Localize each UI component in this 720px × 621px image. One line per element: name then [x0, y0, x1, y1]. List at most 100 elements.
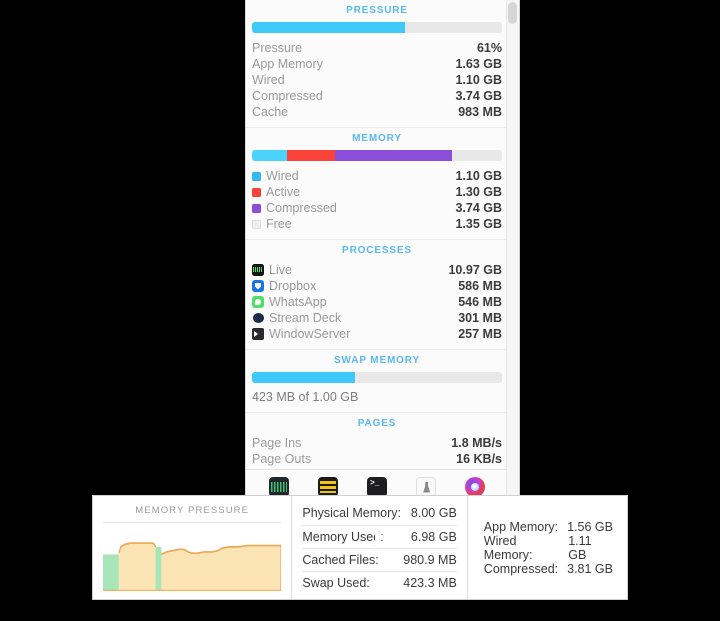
stat-value: 423.3 MB	[403, 575, 457, 590]
extra-row-wired-memory: Wired Memory: 1.11 GB	[484, 534, 613, 562]
stream-deck-app-icon	[252, 312, 264, 324]
process-row-whatsapp[interactable]: WhatsApp 546 MB	[252, 294, 502, 310]
memory-stats-column: Physical Memory: 8.00 GB Memory Used: 6.…	[292, 496, 468, 599]
process-row-dropbox[interactable]: Dropbox 586 MB	[252, 278, 502, 294]
processes-rows: Live 10.97 GB Dropbox 586 MB WhatsApp 54…	[246, 262, 508, 349]
memory-stats-panel: PRESSURE Pressure 61% App Memory 1.63 GB	[245, 0, 520, 504]
row-label: Page Outs	[252, 452, 312, 466]
row-value: 1.10 GB	[455, 73, 502, 87]
chart-area-fill	[118, 543, 156, 591]
row-value: 1.30 GB	[455, 185, 502, 199]
row-label: Page Ins	[252, 436, 302, 450]
stat-label: Swap Used:	[302, 575, 370, 590]
row-value: 983 MB	[458, 105, 502, 119]
row-value: 3.74 GB	[455, 201, 502, 215]
swap-progress-bar	[252, 372, 502, 383]
lab-flask-icon[interactable]	[416, 476, 437, 497]
stat-row-physical-memory: Physical Memory: 8.00 GB	[302, 502, 456, 525]
pressure-bar-track	[404, 22, 502, 33]
section-pressure: PRESSURE Pressure 61% App Memory 1.63 GB	[246, 0, 508, 127]
row-value: 1.10 GB	[455, 169, 502, 183]
stat-row-swap-used: Swap Used: 423.3 MB	[302, 570, 457, 594]
screen-root: PRESSURE Pressure 61% App Memory 1.63 GB	[0, 0, 720, 621]
chart-green-band-2	[155, 546, 162, 591]
memory-pressure-chart-title: MEMORY PRESSURE	[103, 505, 282, 523]
row-label: Stream Deck	[269, 311, 342, 325]
legend-swatch-wired	[252, 171, 261, 181]
swap-bar-track	[354, 372, 502, 383]
row-label: Compressed	[266, 201, 337, 215]
row-page-ins: Page Ins 1.8 MB/s	[252, 435, 502, 451]
row-label: Wired	[252, 73, 285, 87]
chart-green-band-1	[103, 554, 119, 591]
activity-monitor-icon[interactable]	[268, 476, 289, 497]
extra-value: 1.56 GB	[567, 519, 613, 534]
whatsapp-app-icon	[252, 296, 264, 308]
row-value: 1.8 MB/s	[451, 436, 502, 450]
stat-label: Physical Memory:	[302, 506, 401, 520]
section-title-memory: MEMORY	[352, 133, 402, 144]
row-label: WhatsApp	[269, 295, 327, 309]
extra-value: 3.81 GB	[567, 561, 613, 576]
stat-value: 6.98 GB	[410, 529, 457, 544]
legend-swatch-active	[252, 187, 261, 197]
extra-label: Compressed:	[483, 561, 559, 576]
row-value: 1.35 GB	[455, 217, 502, 231]
colorful-app-icon[interactable]	[465, 476, 486, 497]
stats-display-icon[interactable]	[317, 476, 338, 497]
memory-bar-compressed	[334, 150, 452, 161]
row-memory-compressed: Compressed 3.74 GB	[252, 200, 502, 216]
memory-pressure-tooltip: MEMORY PRESSURE Physical Memory: 8.00 GB…	[92, 495, 628, 600]
row-label: WindowServer	[269, 327, 351, 341]
stat-label: Cached Files:	[302, 552, 379, 567]
pressure-progress-bar	[252, 22, 502, 33]
row-label: App Memory	[252, 57, 323, 71]
terminal-icon[interactable]	[366, 476, 387, 497]
row-value: 301 MB	[458, 311, 502, 325]
row-value: 546 MB	[458, 295, 502, 309]
row-compressed: Compressed 3.74 GB	[252, 88, 502, 104]
section-title-pages: PAGES	[357, 418, 397, 429]
process-row-windowserver[interactable]: WindowServer 257 MB	[252, 326, 502, 342]
row-pressure: Pressure 61%	[252, 40, 502, 56]
stat-label: Memory Used:	[302, 529, 384, 544]
row-app-memory: App Memory 1.63 GB	[252, 56, 502, 72]
legend-swatch-compressed	[252, 203, 261, 213]
section-title-processes: PROCESSES	[342, 245, 412, 256]
extra-row-compressed: Compressed: 3.81 GB	[484, 558, 613, 579]
row-value: 61%	[476, 41, 502, 55]
dropbox-app-icon	[252, 280, 264, 292]
row-value: 1.63 GB	[455, 57, 502, 71]
panel-scrollbar[interactable]	[506, 0, 519, 503]
memory-breakdown-column: App Memory: 1.56 GB Wired Memory: 1.11 G…	[468, 496, 627, 599]
row-label: Free	[266, 217, 292, 231]
row-memory-wired: Wired 1.10 GB	[252, 168, 502, 184]
stat-value: 980.9 MB	[403, 552, 457, 567]
chart-area-fill-2	[161, 545, 282, 591]
stat-row-cached-files: Cached Files: 980.9 MB	[302, 547, 457, 571]
section-title-pressure: PRESSURE	[346, 5, 408, 16]
process-row-stream-deck[interactable]: Stream Deck 301 MB	[252, 310, 502, 326]
extra-label: App Memory:	[483, 519, 559, 534]
row-memory-free: Free 1.35 GB	[252, 216, 502, 232]
row-cache: Cache 983 MB	[252, 104, 502, 120]
swap-caption: 423 MB of 1.00 GB	[252, 390, 359, 404]
row-label: Compressed	[252, 89, 323, 103]
panel-scrollbar-thumb[interactable]	[508, 2, 517, 24]
row-wired: Wired 1.10 GB	[252, 72, 502, 88]
process-row-live[interactable]: Live 10.97 GB	[252, 262, 502, 278]
row-label: Dropbox	[269, 279, 317, 293]
row-label: Live	[269, 263, 292, 277]
memory-bar-active	[287, 150, 335, 161]
memory-pressure-chart-column: MEMORY PRESSURE	[93, 496, 293, 599]
row-label: Cache	[252, 105, 289, 119]
row-value: 10.97 GB	[448, 263, 502, 277]
section-processes: PROCESSES Live 10.97 GB Dropbox 586 MB W…	[246, 239, 508, 349]
live-app-icon	[252, 264, 264, 276]
memory-pressure-chart-svg	[103, 542, 282, 591]
row-memory-active: Active 1.30 GB	[252, 184, 502, 200]
section-swap-memory: SWAP MEMORY 423 MB of 1.00 GB	[246, 349, 508, 412]
panel-content: PRESSURE Pressure 61% App Memory 1.63 GB	[246, 0, 508, 474]
section-memory: MEMORY Wired 1.10 GB Active 1.30 GB Comp…	[246, 127, 508, 239]
memory-bar-wired	[252, 150, 287, 161]
